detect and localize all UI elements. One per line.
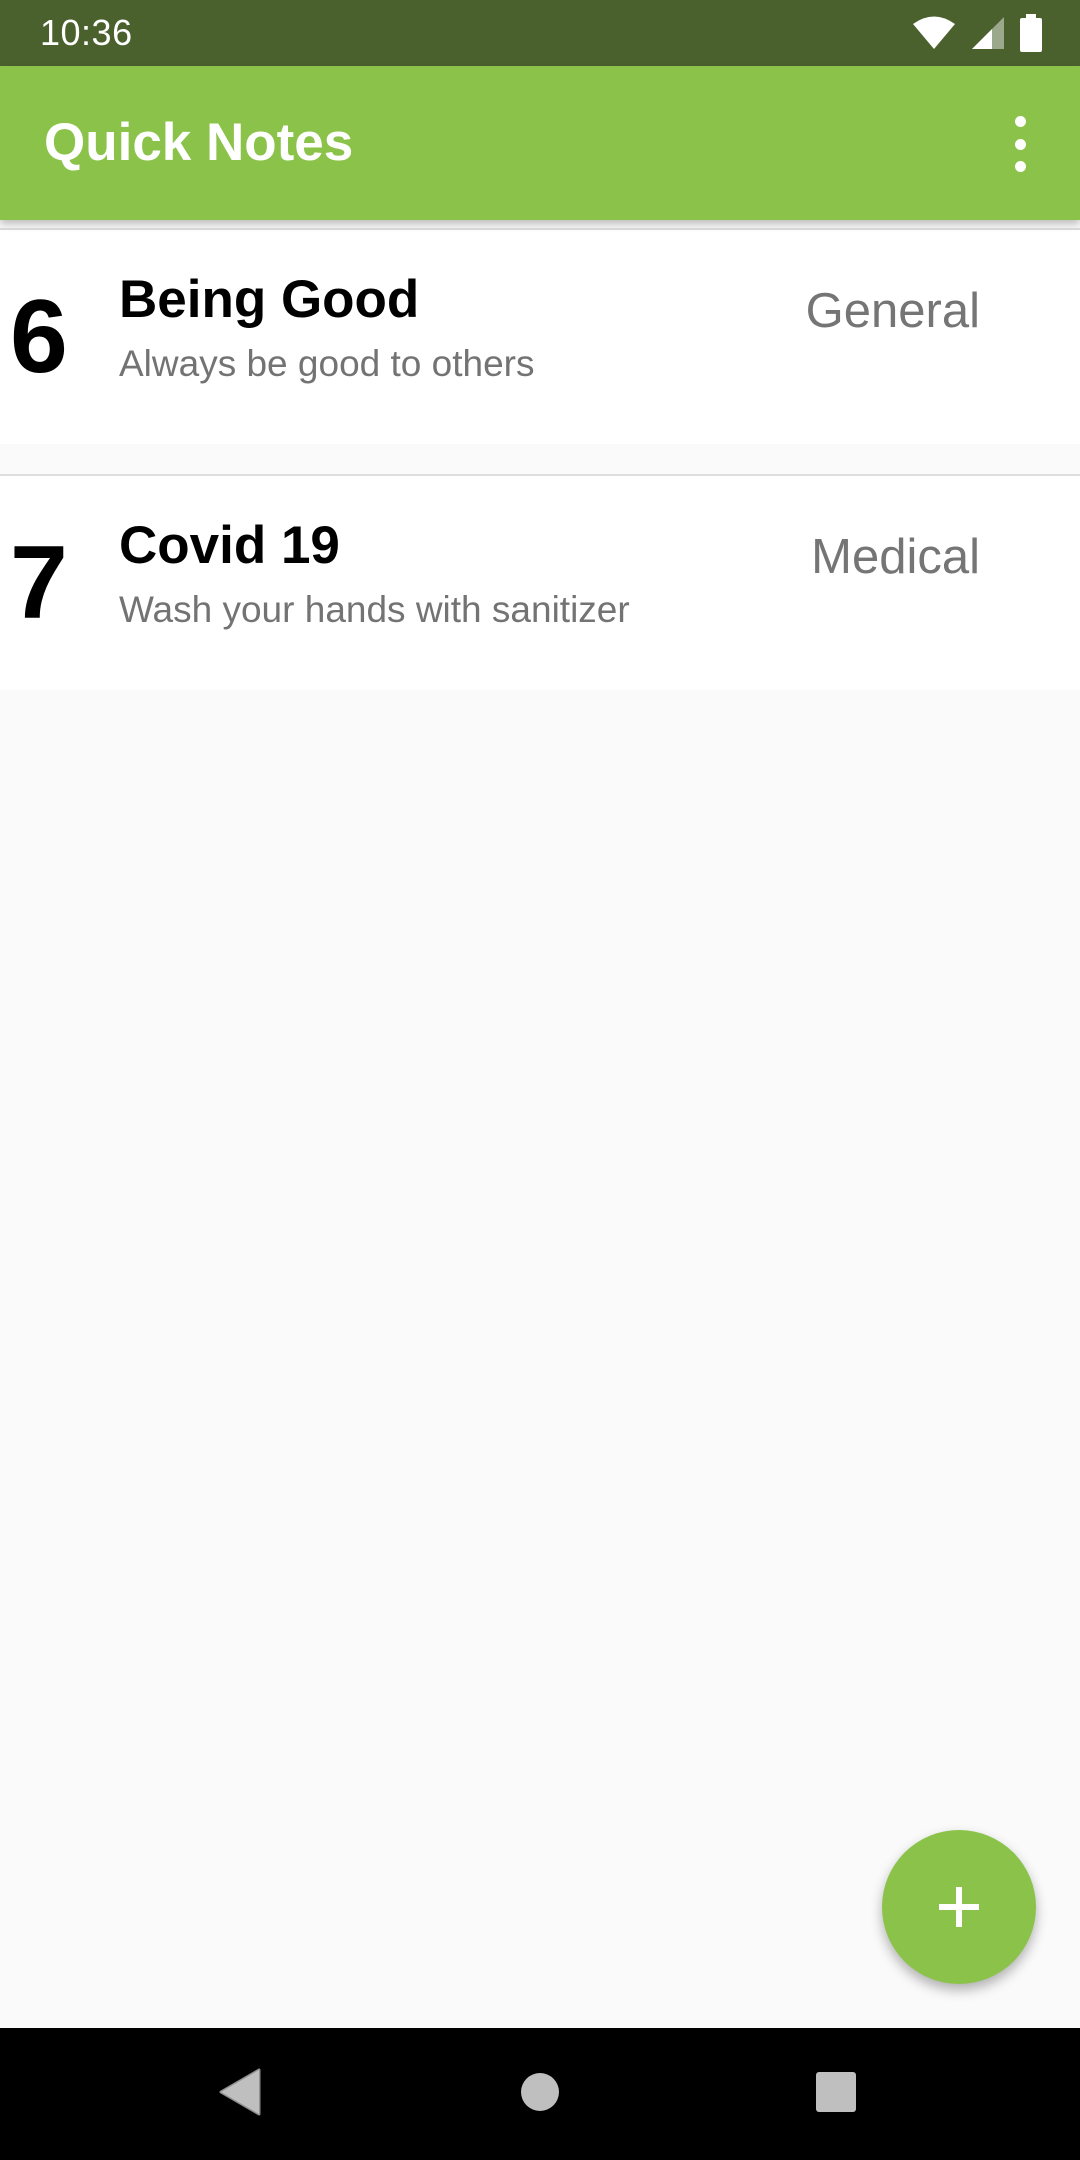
note-title: Being Good: [119, 270, 420, 329]
status-bar: 10:36: [0, 0, 1080, 66]
note-title: Covid 19: [119, 516, 340, 575]
back-button[interactable]: [204, 2058, 276, 2130]
app-title: Quick Notes: [44, 113, 354, 172]
note-category: Medical: [811, 530, 980, 584]
note-category: General: [805, 284, 980, 338]
home-button[interactable]: [504, 2058, 576, 2130]
note-description: Always be good to others: [119, 343, 535, 384]
plus-icon: [937, 1885, 981, 1929]
more-vert-icon[interactable]: [1000, 116, 1040, 172]
back-icon: [217, 2067, 263, 2122]
menu-dot: [1014, 138, 1026, 150]
menu-dot: [1014, 161, 1026, 172]
recents-button[interactable]: [800, 2058, 872, 2130]
app-bar: Quick Notes: [0, 66, 1080, 220]
battery-icon: [1020, 14, 1042, 52]
note-priority: 6: [10, 279, 68, 395]
home-icon: [519, 2071, 561, 2118]
wifi-icon: [912, 15, 956, 51]
cellular-signal-icon: [970, 15, 1006, 51]
menu-dot: [1014, 116, 1026, 127]
recents-icon: [815, 2071, 857, 2118]
note-card[interactable]: 7 Covid 19 Wash your hands with sanitize…: [0, 474, 1080, 690]
status-time: 10:36: [40, 12, 133, 53]
add-note-button[interactable]: [882, 1830, 1036, 1984]
note-description: Wash your hands with sanitizer: [119, 589, 630, 630]
notes-list: 6 Being Good Always be good to others Ge…: [0, 228, 1080, 720]
status-icons: [912, 14, 1042, 52]
note-card[interactable]: 6 Being Good Always be good to others Ge…: [0, 228, 1080, 444]
navigation-bar: [0, 2028, 1080, 2160]
note-priority: 7: [10, 525, 68, 641]
